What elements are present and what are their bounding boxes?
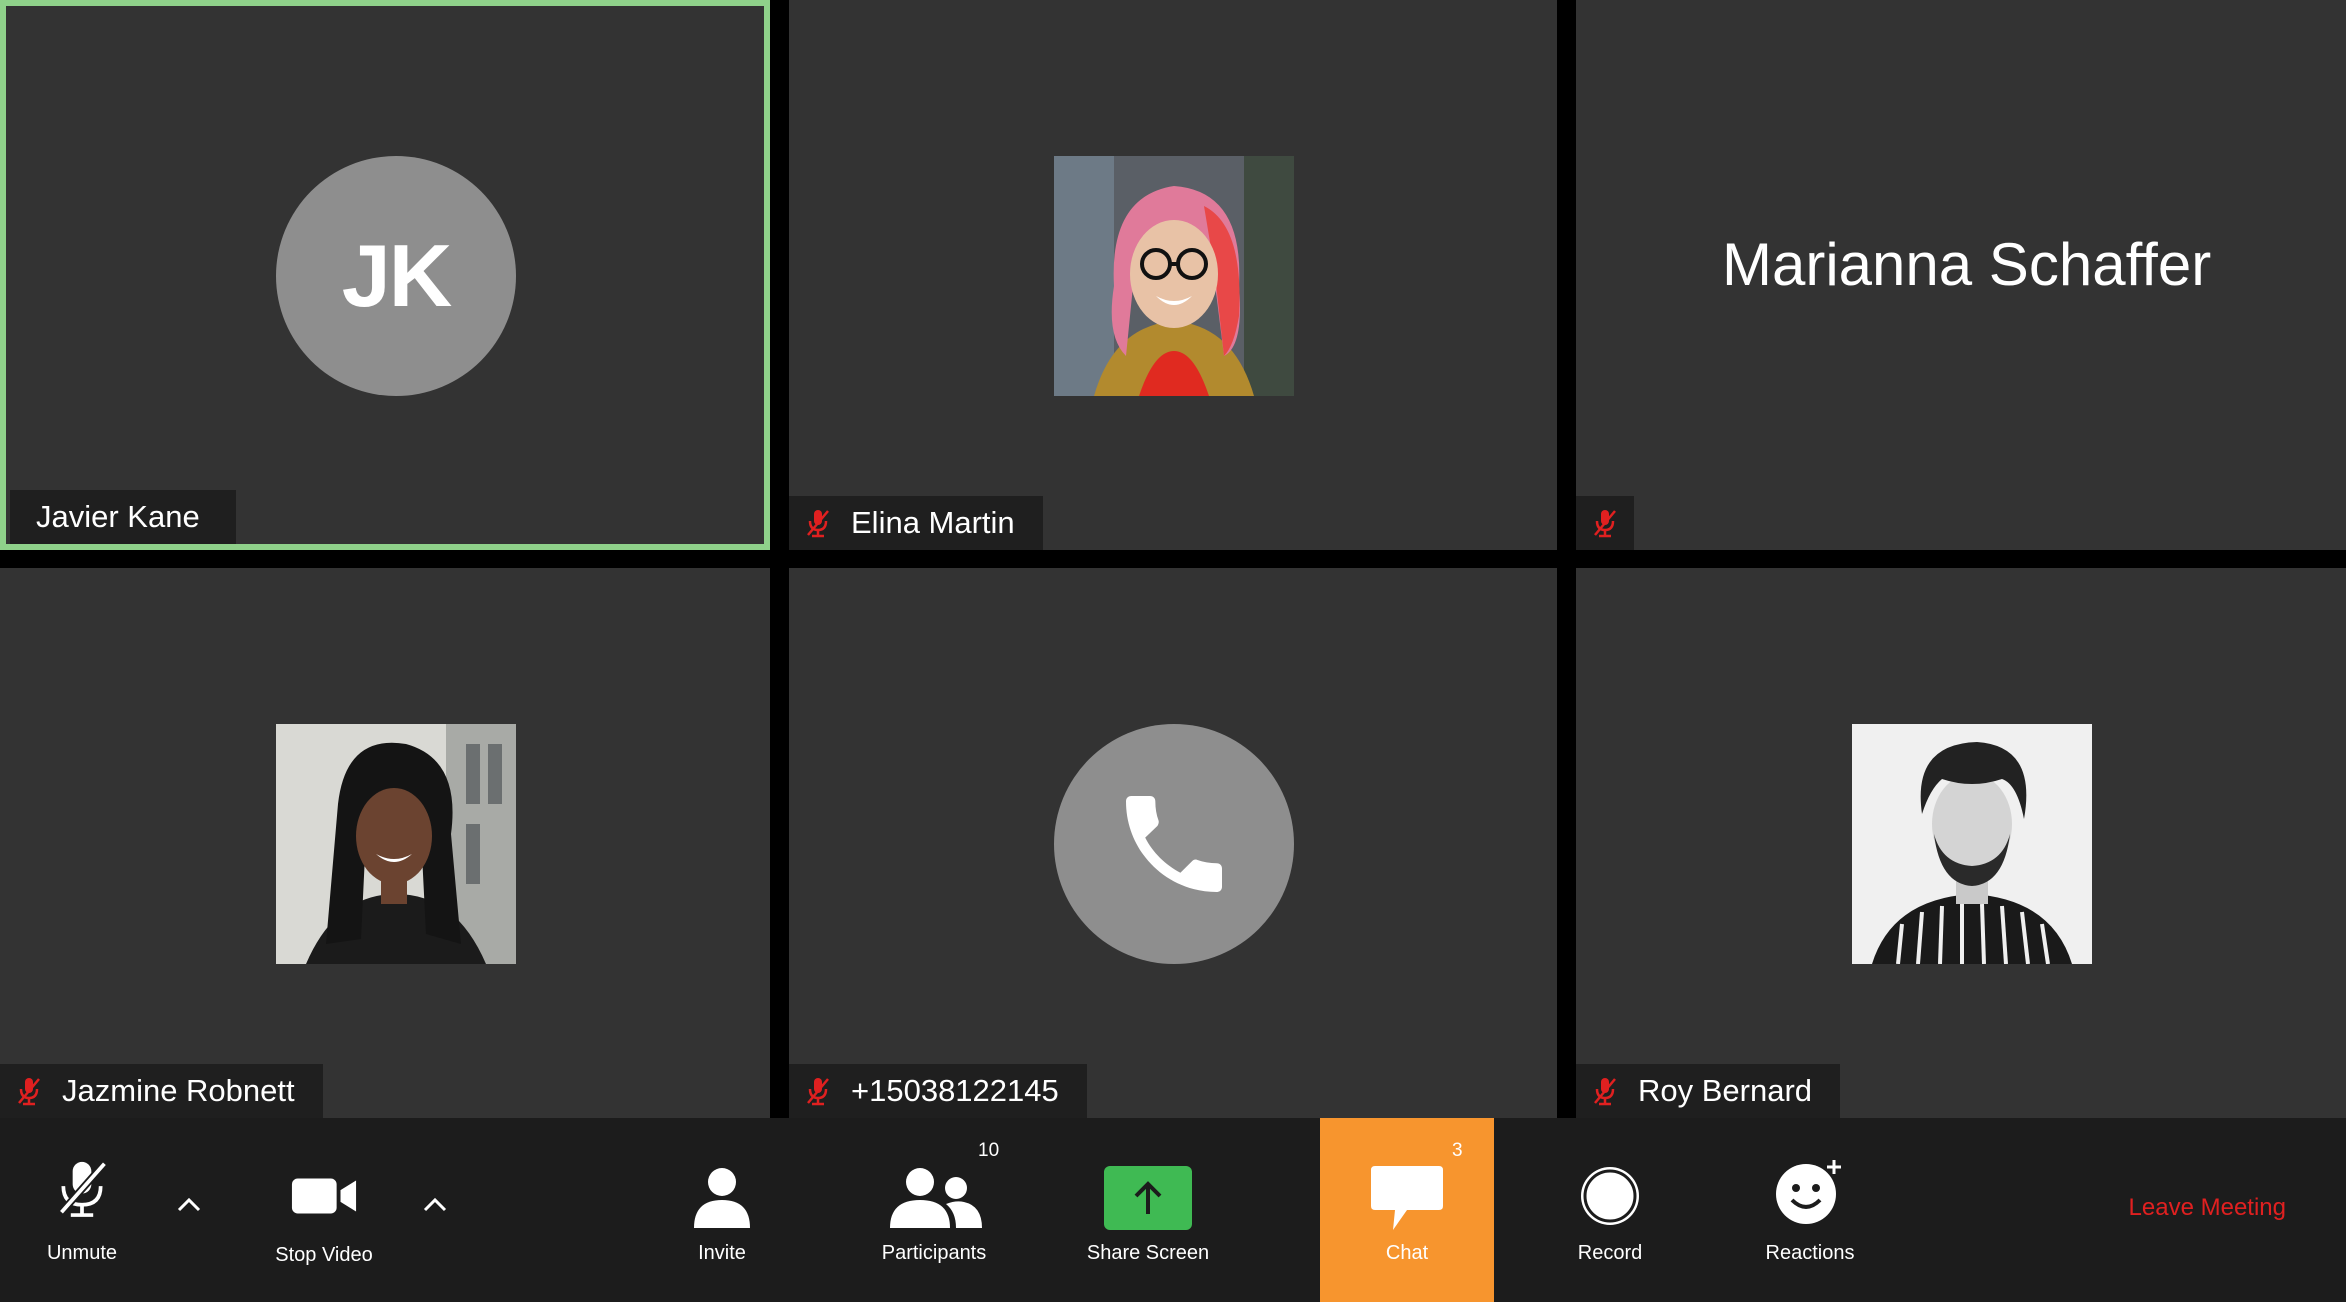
video-tile-roy-bernard[interactable]: Roy Bernard [1576,568,2346,1118]
participant-name-tag: Javier Kane [10,490,236,544]
reaction-smiley-icon [1776,1160,1841,1224]
participant-name: Roy Bernard [1638,1073,1813,1108]
phone-icon [1126,796,1222,892]
reactions-button[interactable]: Reactions [1758,1118,1862,1302]
stop-video-label: Stop Video [275,1244,373,1266]
chat-label: Chat [1385,1242,1429,1264]
reactions-label: Reactions [1765,1242,1855,1264]
initials-avatar: JK [276,156,516,396]
share-screen-button[interactable]: Share Screen [1086,1118,1210,1302]
stop-video-button[interactable]: Stop Video [262,1118,386,1302]
video-tile-jazmine-robnett[interactable]: Jazmine Robnett [0,568,770,1118]
participant-avatar-photo [1054,156,1294,396]
avatar-photo-jazmine [276,724,516,964]
unmute-button[interactable]: Unmute [20,1118,144,1302]
record-icon [1581,1167,1639,1225]
invite-button[interactable]: Invite [672,1118,772,1302]
invite-label: Invite [698,1242,746,1264]
participants-button[interactable]: 10 Participants [874,1118,999,1302]
share-arrow-icon [1104,1166,1192,1230]
avatar-photo-elina [1054,156,1294,396]
participant-name-tag: Elina Martin [789,496,1043,550]
participant-name-tag: Jazmine Robnett [0,1064,323,1118]
people-icon [890,1168,982,1228]
chat-button[interactable]: 3 Chat [1320,1118,1494,1302]
person-icon [694,1168,750,1228]
participant-name: Javier Kane [36,499,200,534]
participant-name: +15038122145 [851,1073,1059,1108]
participant-name: Jazmine Robnett [62,1073,295,1108]
avatar-initials: JK [341,226,452,325]
muted-mic-icon [807,1078,829,1106]
share-screen-label: Share Screen [1086,1242,1210,1264]
record-button[interactable]: Record [1562,1118,1658,1302]
participant-name-tag: +15038122145 [789,1064,1087,1118]
muted-mic-icon [58,1161,108,1217]
video-tile-elina-martin[interactable]: Elina Martin [789,0,1557,550]
participant-display-name: Marianna Schaffer [1722,231,2212,298]
participant-avatar-photo [1852,724,2092,964]
leave-meeting-button[interactable]: Leave Meeting [2129,1194,2286,1222]
participant-name-tag [1576,496,1634,550]
participant-avatar-photo [276,724,516,964]
avatar-photo-roy [1852,724,2092,964]
participant-name: Elina Martin [851,505,1015,540]
muted-mic-icon [1594,1078,1616,1106]
video-tile-javier-kane[interactable]: JK Javier Kane [0,0,770,550]
chat-bubble-icon [1371,1166,1443,1230]
participants-count-badge: 10 [978,1140,1000,1161]
chevron-up-icon[interactable] [176,1196,202,1212]
camera-icon [291,1178,357,1214]
video-tile-phone-caller[interactable]: +15038122145 [789,568,1557,1118]
participants-label: Participants [881,1242,987,1264]
chat-count-badge: 3 [1452,1140,1463,1161]
muted-mic-icon [1594,510,1616,538]
chevron-up-icon[interactable] [422,1196,448,1212]
phone-avatar [1054,724,1294,964]
meeting-toolbar: Unmute Stop Video Invite 10 Participants… [0,1118,2346,1302]
record-label: Record [1577,1242,1643,1264]
muted-mic-icon [18,1078,40,1106]
meeting-window: JK Javier Kane Elina Martin Marianna Sch… [0,0,2346,1302]
muted-mic-icon [807,510,829,538]
video-tile-marianna-schaffer[interactable]: Marianna Schaffer [1576,0,2346,550]
unmute-label: Unmute [46,1242,118,1264]
participant-name-tag: Roy Bernard [1576,1064,1841,1118]
